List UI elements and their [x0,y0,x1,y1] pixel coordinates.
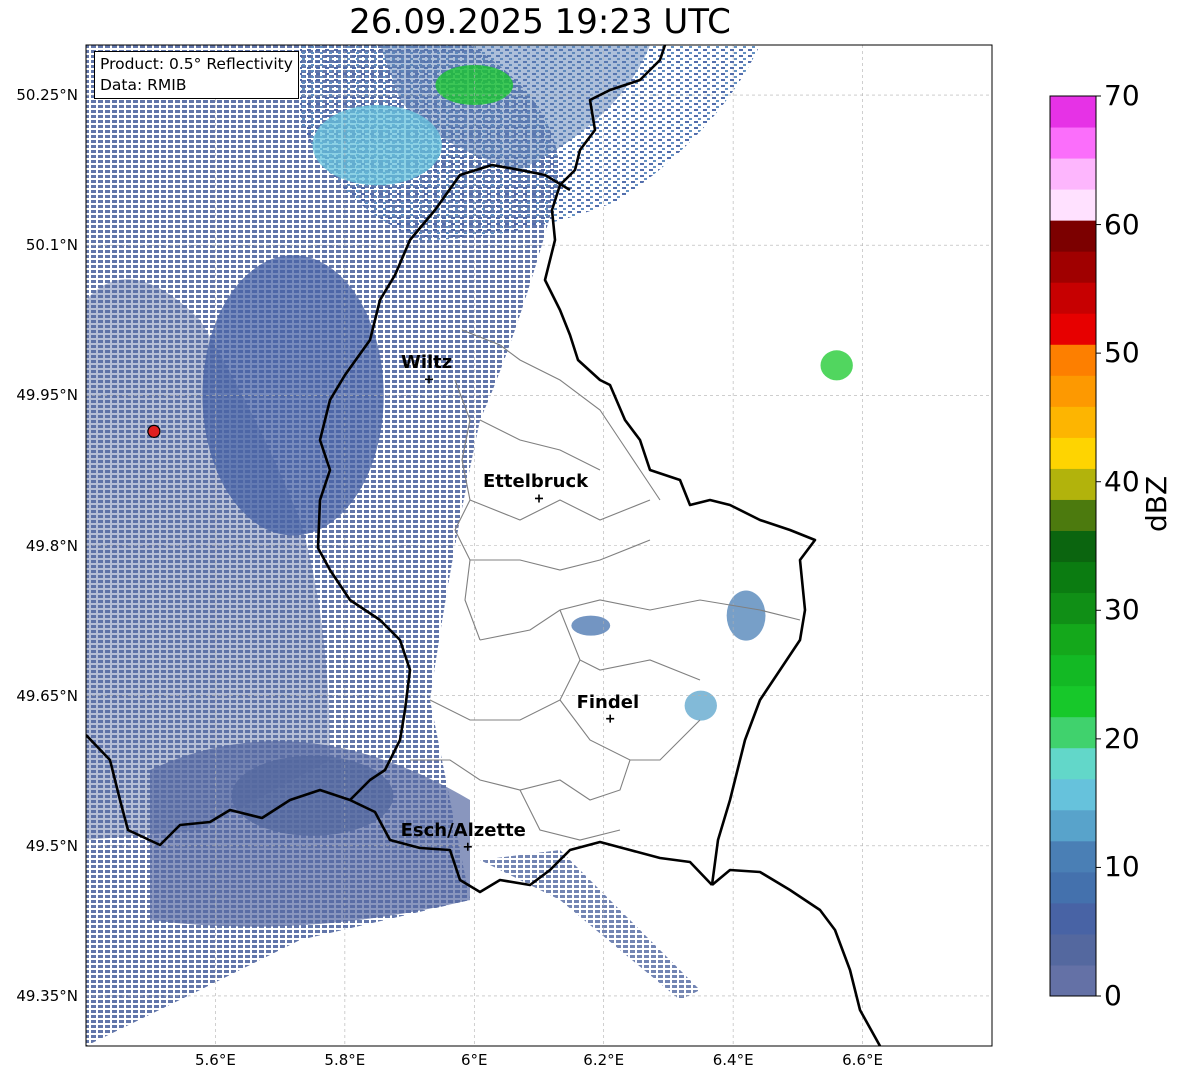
lon-tick-label-5: 6.6°E [842,1051,883,1069]
lon-tick-label-4: 6.4°E [712,1051,754,1069]
colorbar-segment-12 [1050,592,1096,625]
colorbar-segment-22 [1050,282,1096,314]
lat-tick-label-4: 49.65°N [16,686,78,705]
colorbar-segment-23 [1050,251,1096,283]
colorbar-segment-7 [1050,747,1096,780]
colorbar-tick-label-0: 0 [1104,979,1122,1012]
city-label-2: Findel [576,691,640,713]
lat-tick-label-5: 49.5°N [25,836,78,855]
colorbar-tick-label-3: 30 [1104,593,1140,627]
colorbar-segment-16 [1050,468,1096,500]
echo-cluster-4 [726,590,766,641]
colorbar-segment-26 [1050,158,1096,190]
colorbar-segment-4 [1050,840,1096,873]
colorbar-tick-label-6: 60 [1104,207,1140,241]
colorbar-label: dBZ [1140,475,1173,532]
city-marker-2 [606,714,615,723]
echo-cluster-1 [312,105,442,186]
lon-tick-label-3: 6.2°E [583,1051,625,1069]
echo-cluster-6 [571,615,611,636]
product-label: Product: 0.5° Reflectivity [100,55,293,73]
colorbar [1050,95,1101,997]
city-label-3: Esch/Alzette [400,819,526,841]
colorbar-segment-1 [1050,933,1096,966]
lat-tick-label-3: 49.8°N [25,536,78,555]
colorbar-segment-18 [1050,406,1096,438]
lat-tick-label-1: 50.1°N [25,236,78,255]
colorbar-segment-10 [1050,654,1096,687]
colorbar-tick-label-7: 70 [1104,79,1140,112]
colorbar-segment-6 [1050,778,1096,811]
lon-tick-label-0: 5.6°E [195,1051,236,1069]
colorbar-segment-3 [1050,871,1096,904]
echo-cluster-7 [231,755,394,836]
colorbar-segment-0 [1050,964,1096,997]
radar-site-marker [147,424,161,438]
colorbar-segment-17 [1050,437,1096,469]
colorbar-segment-27 [1050,127,1096,159]
colorbar-segment-25 [1050,189,1096,221]
colorbar-tick-label-5: 50 [1104,336,1140,370]
colorbar-tick-label-1: 10 [1104,850,1140,884]
colorbar-tick-label-4: 40 [1104,464,1140,498]
colorbar-segment-14 [1050,530,1096,563]
colorbar-segment-20 [1050,344,1096,376]
product-info-box: Product: 0.5° Reflectivity Data: RMIB [94,51,299,99]
colorbar-segment-5 [1050,809,1096,842]
colorbar-segment-24 [1050,220,1096,252]
colorbar-tick-label-2: 20 [1104,721,1140,755]
colorbar-segment-11 [1050,623,1096,656]
lat-tick-label-6: 49.35°N [16,986,78,1005]
colorbar-segment-21 [1050,313,1096,345]
lat-tick-label-0: 50.25°N [16,86,78,105]
colorbar-segment-28 [1050,96,1096,128]
echo-region-southeast [480,850,700,1000]
lat-tick-label-2: 49.95°N [16,386,78,405]
colorbar-segment-2 [1050,902,1096,935]
city-label-1: Ettelbruck [483,471,589,493]
city-marker-1 [535,494,543,503]
radar-map-canvas [85,44,1101,1047]
lon-tick-label-1: 5.8°E [324,1051,366,1069]
echo-cluster-5 [684,690,717,721]
colorbar-segment-19 [1050,375,1096,407]
colorbar-segment-9 [1050,685,1096,718]
colorbar-segment-13 [1050,561,1096,594]
echo-cluster-3 [820,350,853,381]
data-source-label: Data: RMIB [100,76,187,94]
lon-tick-label-2: 6°E [461,1051,488,1069]
city-label-0: Wiltz [400,352,453,374]
colorbar-segment-8 [1050,716,1096,749]
colorbar-segment-15 [1050,499,1096,531]
